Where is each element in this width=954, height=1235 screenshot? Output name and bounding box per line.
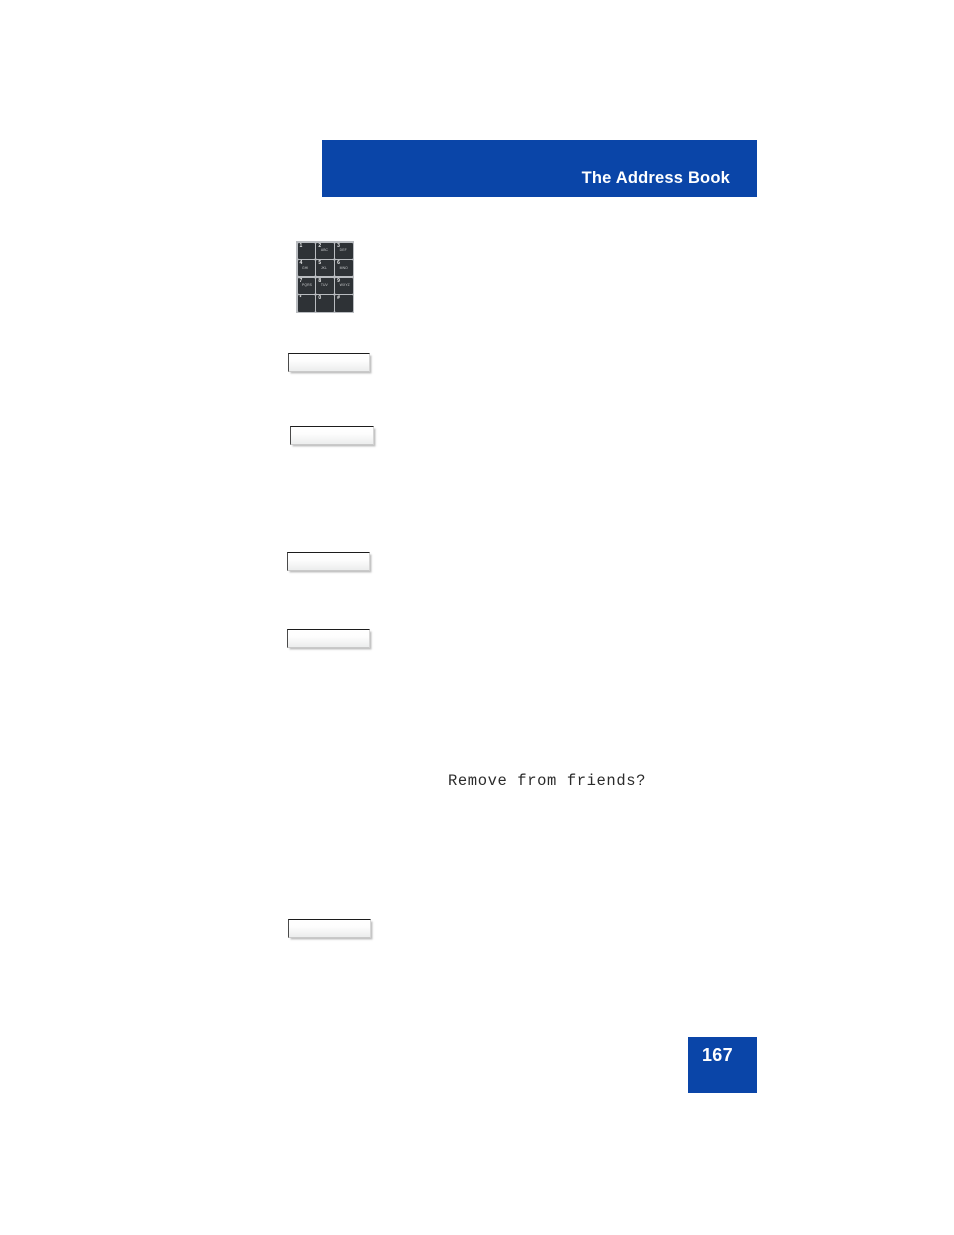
keypad-key-5: 5 JKL xyxy=(316,260,334,277)
keypad-key-letters: PQRS xyxy=(302,283,313,288)
keypad-key-letters: WXYZ xyxy=(339,283,350,288)
keypad-key-0: 0 xyxy=(316,295,334,312)
keypad-key-letters: TUV xyxy=(320,283,328,288)
keypad-key-hash: # xyxy=(335,295,353,312)
keypad-key-letters: JKL xyxy=(320,265,327,270)
softkey-button[interactable] xyxy=(288,919,371,938)
keypad-key-8: 8 TUV xyxy=(316,277,334,294)
display-prompt-text: Remove from friends? xyxy=(448,772,647,790)
keypad-key-letters: GHI xyxy=(302,265,309,270)
keypad-key-star: * xyxy=(297,295,315,312)
keypad-key-1: 1 xyxy=(297,242,315,259)
section-header-bar: The Address Book xyxy=(322,140,757,197)
keypad-key-letters: ABC xyxy=(320,248,329,252)
telephone-keypad-icon: 1 2 ABC 3 DEF 4 GHI 5 JKL 6 MNO 7 PQRS 8 TUV 9 WXYZ * 0 # xyxy=(296,241,354,313)
softkey-button[interactable] xyxy=(287,629,370,648)
keypad-key-digit: # xyxy=(337,295,340,302)
keypad-key-7: 7 PQRS xyxy=(297,277,315,294)
softkey-button[interactable] xyxy=(290,426,374,445)
keypad-key-3: 3 DEF xyxy=(335,242,353,259)
keypad-key-digit: 1 xyxy=(299,242,303,249)
keypad-key-letters: DEF xyxy=(339,248,347,252)
keypad-key-digit: * xyxy=(299,295,302,302)
page-number-tab: 167 xyxy=(688,1037,757,1093)
document-page: The Address Book 1 2 ABC 3 DEF 4 GHI 5 JKL 6 MNO 7 P… xyxy=(0,0,954,1235)
keypad-key-9: 9 WXYZ xyxy=(335,277,353,294)
keypad-key-6: 6 MNO xyxy=(335,260,353,277)
keypad-key-4: 4 GHI xyxy=(297,260,315,277)
keypad-key-2: 2 ABC xyxy=(316,242,334,259)
softkey-button[interactable] xyxy=(288,353,370,372)
keypad-key-digit: 0 xyxy=(318,295,322,302)
page-number: 167 xyxy=(702,1045,733,1065)
softkey-button[interactable] xyxy=(287,552,370,571)
keypad-key-letters: MNO xyxy=(339,265,348,270)
page-title: The Address Book xyxy=(581,169,730,187)
